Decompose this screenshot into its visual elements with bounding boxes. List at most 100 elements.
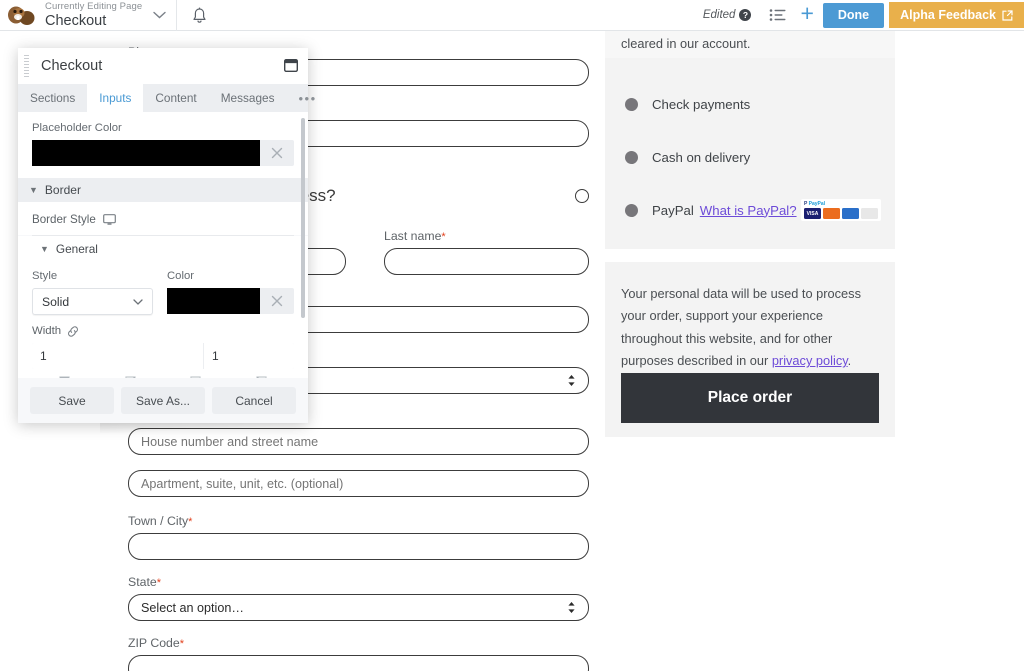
what-is-paypal-link[interactable]: What is PayPal? (700, 203, 797, 218)
save-as-button[interactable]: Save As... (121, 387, 205, 414)
border-right-icon[interactable] (98, 376, 164, 378)
radio-icon[interactable] (625, 204, 638, 217)
place-order-button[interactable]: Place order (621, 373, 879, 423)
panel-header[interactable]: Checkout (18, 48, 308, 84)
border-color-control[interactable] (167, 288, 294, 314)
panel-shadow-tail (100, 423, 310, 433)
border-color-field: Color (167, 270, 294, 315)
placeholder-color-swatch[interactable] (32, 140, 260, 166)
style-color-row: Style Solid Color (18, 262, 308, 315)
style-select-value: Solid (42, 295, 69, 309)
general-accordion-header[interactable]: ▼ General (18, 236, 308, 262)
width-label-row: Width (32, 325, 294, 337)
payment-option-cod[interactable]: Cash on delivery (605, 144, 750, 170)
accepted-cards: VISA (804, 208, 878, 219)
alpha-feedback-button[interactable]: Alpha Feedback (889, 2, 1024, 28)
save-button[interactable]: Save (30, 387, 114, 414)
panel-footer: Save Save As... Cancel (18, 378, 308, 423)
width-label: Width (32, 325, 61, 337)
zip-code-input[interactable] (128, 655, 589, 671)
chevron-down-icon: ▼ (40, 244, 49, 254)
privacy-text-after: . (848, 353, 852, 368)
topbar-page-title: Checkout (45, 14, 142, 29)
style-select[interactable]: Solid (32, 288, 153, 315)
panel-title: Checkout (41, 58, 102, 74)
beaver-logo-icon[interactable] (5, 0, 37, 31)
panel-scrollbar[interactable] (301, 118, 305, 318)
payment-option-paypal[interactable]: PayPal What is PayPal? P PayPal VISA (605, 197, 895, 223)
last-name-field: Last name* (384, 229, 589, 275)
payment-option-check[interactable]: Check payments (605, 91, 750, 117)
amex-card-icon (842, 208, 859, 219)
zip-code-field: ZIP Code* (128, 636, 589, 671)
town-city-field: Town / City* (128, 514, 589, 560)
state-select-value: Select an option… (141, 601, 244, 615)
privacy-notice: Your personal data will be used to proce… (621, 283, 879, 373)
tab-sections[interactable]: Sections (18, 84, 87, 112)
cleared-in-account-text: cleared in our account. (621, 36, 750, 51)
visa-card-icon: VISA (804, 208, 821, 219)
checkout-settings-panel: Checkout Sections Inputs Content Message… (18, 48, 308, 423)
privacy-policy-link[interactable]: privacy policy (772, 353, 848, 368)
border-accordion-label: Border (45, 183, 81, 197)
chevron-down-icon (153, 11, 166, 19)
panel-body: Placeholder Color ▼ Border Border Style (18, 112, 308, 378)
width-inputs-group: px (32, 343, 294, 369)
placeholder-color-section: Placeholder Color (18, 112, 308, 178)
external-link-icon (1002, 10, 1013, 21)
editor-topbar: Currently Editing Page Checkout Edited ? (0, 0, 1024, 31)
payment-methods-panel: Check payments Cash on delivery PayPal W… (605, 58, 895, 249)
plus-icon[interactable]: + (800, 2, 813, 25)
general-accordion-label: General (56, 242, 98, 256)
placeholder-color-control[interactable] (32, 140, 294, 166)
last-name-input[interactable] (384, 248, 589, 275)
done-button[interactable]: Done (823, 3, 884, 28)
apartment-input[interactable] (128, 470, 589, 497)
page-selector-dropdown[interactable] (142, 0, 176, 31)
state-field: State* Select an option… (128, 575, 589, 621)
width-top-input[interactable] (32, 343, 204, 369)
select-arrows-icon (567, 601, 576, 614)
town-city-input[interactable] (128, 533, 589, 560)
width-right-input[interactable] (204, 343, 294, 369)
state-select[interactable]: Select an option… (128, 594, 589, 621)
notification-bell-icon[interactable] (177, 0, 221, 31)
border-color-label: Color (167, 270, 294, 282)
border-bottom-icon[interactable] (163, 376, 229, 378)
border-style-row: Border Style (18, 202, 308, 235)
border-style-label: Border Style (32, 213, 96, 226)
border-color-swatch[interactable] (167, 288, 260, 314)
help-badge-icon[interactable]: ? (739, 9, 751, 21)
chevron-down-icon (133, 299, 143, 305)
radio-icon[interactable] (625, 98, 638, 111)
link-chain-icon[interactable] (67, 326, 79, 337)
payment-option-label: Check payments (652, 97, 750, 112)
edited-label: Edited (703, 9, 736, 21)
tab-inputs[interactable]: Inputs (87, 84, 143, 112)
width-field: Width px (18, 315, 308, 378)
style-field: Style Solid (32, 270, 153, 315)
border-accordion-header[interactable]: ▼ Border (18, 178, 308, 202)
paypal-cards-group: P PayPal VISA (801, 199, 881, 221)
tab-messages[interactable]: Messages (209, 84, 287, 112)
outline-list-icon[interactable] (763, 0, 791, 31)
close-icon[interactable] (260, 140, 294, 166)
close-icon[interactable] (260, 288, 294, 314)
payment-option-label: PayPal (652, 203, 694, 218)
payment-option-label: Cash on delivery (652, 150, 750, 165)
window-icon[interactable] (284, 59, 298, 77)
tab-more-options[interactable]: ••• (287, 84, 329, 112)
drag-grip-icon[interactable] (24, 55, 29, 77)
edited-status: Edited ? (703, 9, 752, 21)
border-top-icon[interactable] (32, 376, 98, 378)
tab-content[interactable]: Content (143, 84, 208, 112)
paypal-logo-icon: P PayPal (804, 201, 878, 207)
panel-tabs: Sections Inputs Content Messages ••• (18, 84, 308, 112)
desktop-monitor-icon[interactable] (103, 214, 116, 226)
topbar-eyebrow: Currently Editing Page (45, 2, 142, 12)
ship-different-address-checkbox[interactable] (575, 189, 589, 203)
radio-icon[interactable] (625, 151, 638, 164)
cancel-button[interactable]: Cancel (212, 387, 296, 414)
select-arrows-icon (567, 374, 576, 387)
border-left-icon[interactable] (229, 376, 295, 378)
